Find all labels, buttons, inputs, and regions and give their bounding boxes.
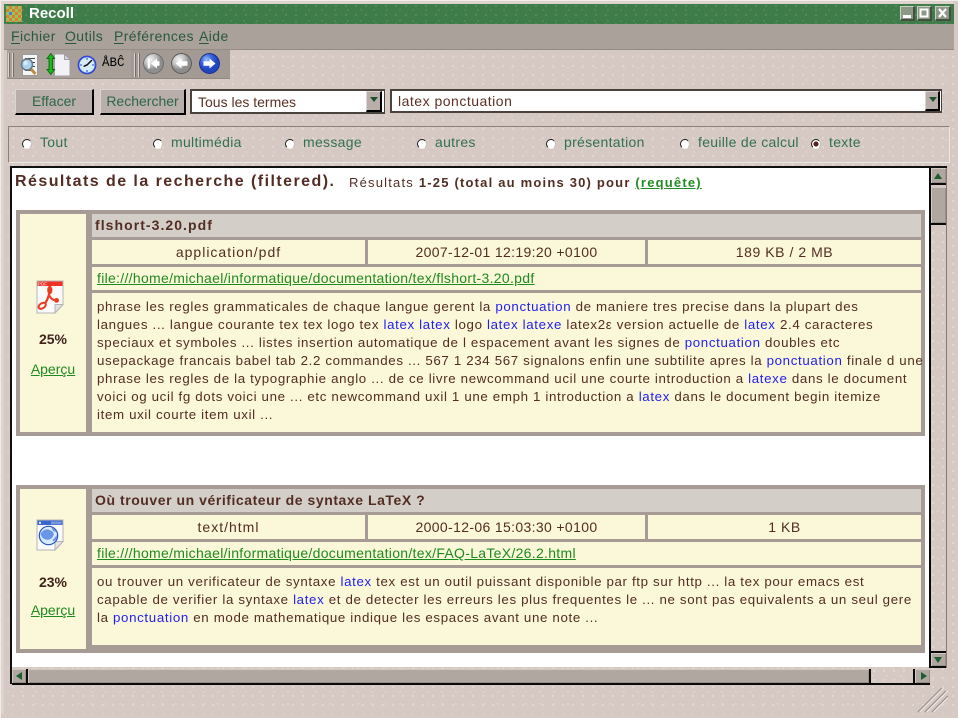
svg-text:PDF: PDF (38, 282, 47, 287)
